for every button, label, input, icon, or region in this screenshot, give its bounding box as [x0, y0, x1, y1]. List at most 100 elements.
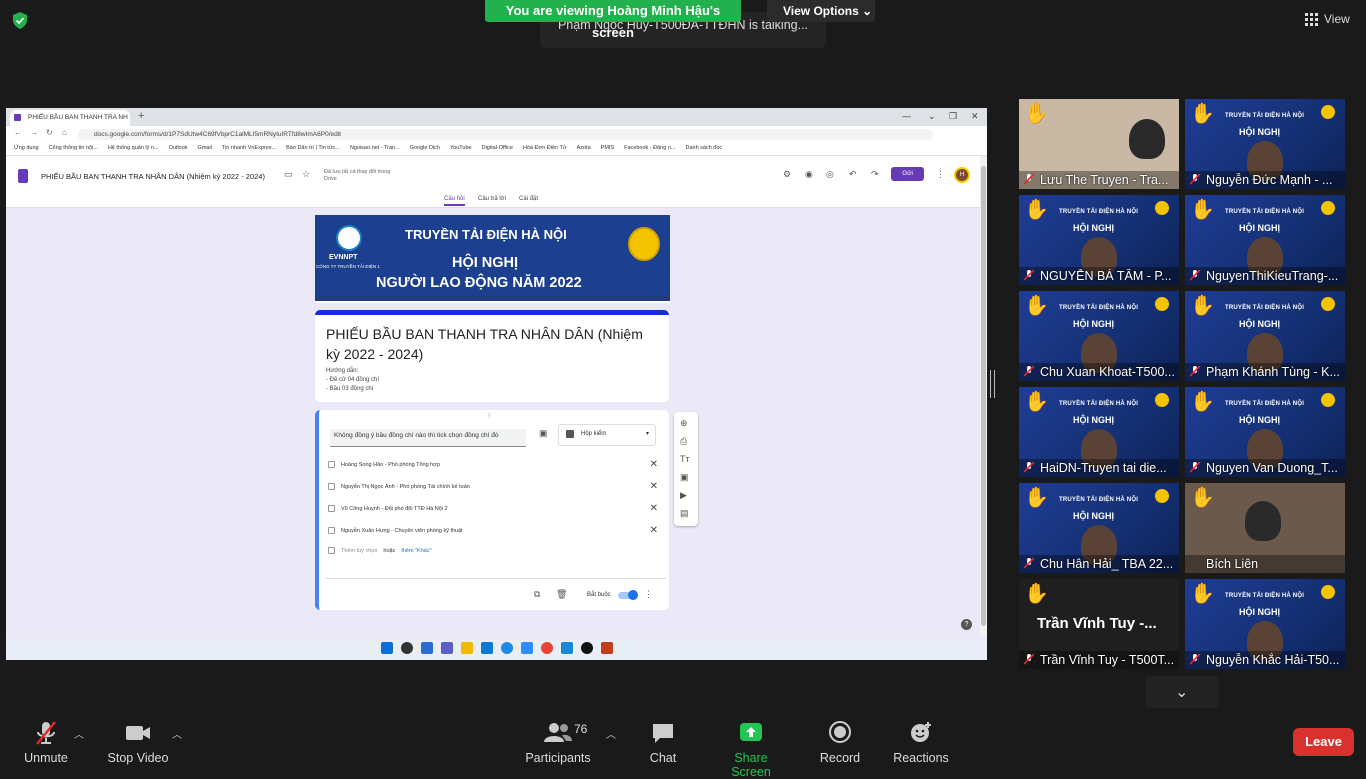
option-row[interactable]: Nguyễn Thị Ngọc Ánh - Phó phòng Tài chín… — [328, 481, 658, 492]
drag-handle-icon[interactable]: ⠿ — [487, 413, 491, 420]
maximize-icon[interactable]: ❐ — [949, 111, 957, 122]
bookmark-item[interactable]: Hệ thống quản lý n... — [108, 145, 159, 155]
bookmark-item[interactable]: Facebook - Đăng n... — [624, 145, 675, 155]
duplicate-icon[interactable]: ⧉ — [534, 589, 540, 600]
view-options-button[interactable]: View Options ⌄ — [767, 0, 875, 22]
addon-icon[interactable]: ⚙ — [783, 169, 791, 180]
toggle-knob[interactable] — [628, 590, 638, 600]
unmute-button[interactable]: Unmute — [20, 720, 72, 765]
bookmark-item[interactable]: PMIS — [601, 145, 614, 155]
palette-icon[interactable]: ◉ — [805, 169, 813, 180]
user-avatar[interactable]: H — [954, 167, 970, 183]
search-icon[interactable] — [400, 642, 413, 654]
help-icon[interactable]: ? — [961, 619, 972, 630]
option-label[interactable]: Nguyễn Xuân Hưng - Chuyên viên phòng kỹ … — [341, 528, 644, 534]
zalo-icon[interactable] — [500, 642, 513, 654]
chevron-down-icon[interactable]: ⌄ — [928, 111, 936, 122]
option-label[interactable]: Vũ Công Huynh - Đội phó đội TTĐ Hà Nội 2 — [341, 506, 644, 512]
tab-responses[interactable]: Câu trả lời — [478, 196, 506, 202]
add-section-icon[interactable]: ▤ — [680, 508, 689, 519]
minimize-icon[interactable]: — — [902, 111, 911, 121]
google-forms-icon[interactable] — [18, 169, 28, 183]
more-options-icon[interactable]: ⋮ — [644, 589, 653, 600]
form-description[interactable]: Hướng dẫn: - Đề cử 04 đồng chí - Bầu 03 … — [326, 367, 379, 394]
bookmark-item[interactable]: Google Dịch — [410, 145, 440, 155]
form-title[interactable]: PHIẾU BẦU BAN THANH TRA NHÂN DÂN (Nhiệm … — [326, 324, 656, 364]
gallery-next-page-button[interactable]: ⌄ — [1146, 676, 1219, 708]
windows-start-icon[interactable] — [380, 642, 393, 654]
checkbox[interactable] — [328, 505, 335, 512]
delete-icon[interactable]: 🗑 — [556, 589, 567, 600]
add-video-icon[interactable]: ▶ — [680, 490, 687, 501]
checkbox[interactable] — [328, 461, 335, 468]
option-row[interactable]: Hoàng Song Hảo - Phó phòng Tổng hợp ✕ — [328, 459, 658, 470]
form-document-title[interactable]: PHIẾU BẦU BAN THANH TRA NHÂN DÂN (Nhiệm … — [41, 172, 265, 181]
security-shield-icon[interactable] — [12, 12, 28, 29]
chat-button[interactable]: Chat — [640, 720, 686, 765]
remote-desktop-icon[interactable] — [560, 642, 573, 654]
bookmark-item[interactable]: YouTube — [450, 145, 472, 155]
view-button[interactable]: View — [1305, 12, 1350, 26]
participant-tile[interactable]: ✋ Lưu The Truyen - Tra... — [1019, 99, 1179, 189]
participant-tile[interactable]: TRUYỀN TẢI ĐIỆN HÀ NỘI HỘI NGHỊ ✋ HaiDN-Tru… — [1019, 387, 1179, 477]
teams-chat-icon[interactable] — [440, 642, 453, 654]
zoom-icon[interactable] — [520, 642, 533, 654]
forward-icon[interactable]: → — [30, 128, 38, 137]
send-button[interactable]: Gửi — [891, 167, 924, 181]
participant-tile[interactable]: ✋ Bích Liên — [1185, 483, 1345, 573]
checkbox[interactable] — [328, 483, 335, 490]
option-row[interactable]: Nguyễn Xuân Hưng - Chuyên viên phòng kỹ … — [328, 525, 658, 536]
more-options-icon[interactable]: ⋮ — [936, 169, 945, 180]
browser-tab[interactable]: PHIẾU BẦU BAN THANH TRA NH — [10, 110, 130, 126]
import-questions-icon[interactable]: ⎙ — [680, 436, 687, 447]
reactions-button[interactable]: Reactions — [890, 720, 952, 765]
preview-eye-icon[interactable]: ◎ — [826, 169, 834, 180]
undo-icon[interactable]: ↶ — [849, 169, 857, 180]
add-other-link[interactable]: thêm "Khác" — [401, 548, 431, 554]
add-option-row[interactable]: Thêm tùy chọn hoặc thêm "Khác" — [328, 547, 658, 554]
file-explorer-icon[interactable] — [460, 642, 473, 654]
option-row[interactable]: Vũ Công Huynh - Đội phó đội TTĐ Hà Nội 2… — [328, 503, 658, 514]
bookmark-item[interactable]: Ngoisao.net - Tran... — [350, 145, 400, 155]
add-title-icon[interactable]: Tт — [680, 454, 690, 464]
bookmark-item[interactable]: Ứng dụng — [14, 145, 39, 155]
option-label[interactable]: Nguyễn Thị Ngọc Ánh - Phó phòng Tài chín… — [341, 484, 644, 490]
folder-icon[interactable]: ▭ — [284, 169, 293, 180]
back-icon[interactable]: ← — [14, 128, 22, 137]
audio-options-caret-icon[interactable]: ︿ — [74, 726, 84, 741]
reload-icon[interactable]: ↻ — [46, 128, 53, 137]
stop-video-button[interactable]: Stop Video — [105, 720, 171, 765]
bookmark-item[interactable]: Outlook — [169, 145, 188, 155]
url-field[interactable]: docs.google.com/forms/d/1P7SdUtw4C69fVbp… — [78, 129, 933, 140]
participant-tile[interactable]: TRUYỀN TẢI ĐIỆN HÀ NỘI HỘI NGHỊ ✋ Chu Hân H… — [1019, 483, 1179, 573]
record-button[interactable]: Record — [818, 720, 862, 765]
remove-option-icon[interactable]: ✕ — [650, 481, 658, 492]
bookmark-item[interactable]: Hóa Đơn Điện Tử — [523, 145, 567, 155]
tab-settings[interactable]: Cài đặt — [519, 196, 538, 202]
split-divider-handle[interactable] — [990, 370, 995, 398]
bookmark-item[interactable]: Danh sách đọc — [685, 145, 722, 155]
participant-tile[interactable]: TRUYỀN TẢI ĐIỆN HÀ NỘI HỘI NGHỊ ✋ NguyenThi… — [1185, 195, 1345, 285]
mail-icon[interactable] — [480, 642, 493, 654]
participant-tile[interactable]: TRUYỀN TẢI ĐIỆN HÀ NỘI HỘI NGHỊ ✋ Nguyễn Kh… — [1185, 579, 1345, 669]
checkbox[interactable] — [328, 527, 335, 534]
task-view-icon[interactable] — [420, 642, 433, 654]
participant-tile[interactable]: TRUYỀN TẢI ĐIỆN HÀ NỘI HỘI NGHỊ ✋ NGUYỄN BÁ… — [1019, 195, 1179, 285]
bookmark-item[interactable]: Digital-Office — [482, 145, 513, 155]
participant-tile[interactable]: TRUYỀN TẢI ĐIỆN HÀ NỘI HỘI NGHỊ ✋ Phạm Khán… — [1185, 291, 1345, 381]
participant-tile[interactable]: TRUYỀN TẢI ĐIỆN HÀ NỘI HỘI NGHỊ ✋ Nguyễn Đứ… — [1185, 99, 1345, 189]
participant-tile[interactable]: TRUYỀN TẢI ĐIỆN HÀ NỘI HỘI NGHỊ ✋ Nguyen Va… — [1185, 387, 1345, 477]
tab-questions[interactable]: Câu hỏi — [444, 196, 465, 206]
bookmark-item[interactable]: Cổng thông tin nội... — [49, 145, 98, 155]
powerpoint-icon[interactable] — [600, 642, 613, 654]
remove-option-icon[interactable]: ✕ — [650, 459, 658, 470]
chrome-icon[interactable] — [540, 642, 553, 654]
participant-tile[interactable]: TRUYỀN TẢI ĐIỆN HÀ NỘI HỘI NGHỊ ✋ Chu Xuan … — [1019, 291, 1179, 381]
video-options-caret-icon[interactable]: ︿ — [172, 726, 182, 741]
close-icon[interactable]: ✕ — [971, 111, 979, 122]
scrollbar-thumb[interactable] — [981, 166, 986, 626]
remove-option-icon[interactable]: ✕ — [650, 525, 658, 536]
remove-option-icon[interactable]: ✕ — [650, 503, 658, 514]
bookmark-item[interactable]: Gmail — [198, 145, 212, 155]
home-icon[interactable]: ⌂ — [62, 128, 67, 137]
